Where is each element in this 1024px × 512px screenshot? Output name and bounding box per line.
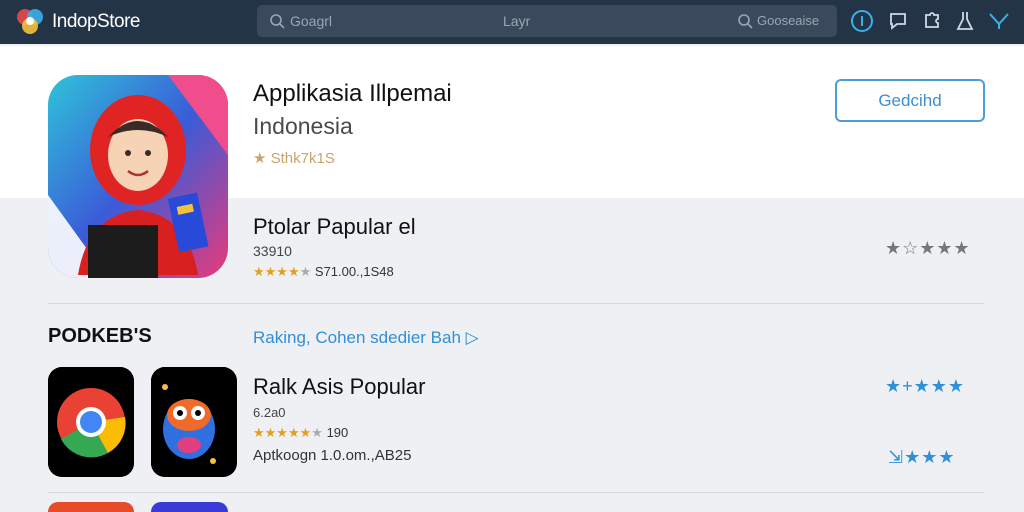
search-placeholder-left: Goagrl xyxy=(290,13,333,29)
chat-icon[interactable] xyxy=(887,9,911,33)
divider xyxy=(48,303,984,304)
popular-rating-text: S71.00.,1S48 xyxy=(314,264,394,279)
puzzle-icon[interactable] xyxy=(920,9,944,33)
popular-count: 33910 xyxy=(253,243,292,259)
row-meta: Aptkoogn 1.0.om.,AB25 xyxy=(253,447,412,464)
search-icon xyxy=(738,14,753,29)
row-size: 6.2a0 xyxy=(253,405,286,420)
chrome-icon xyxy=(48,367,134,477)
row-rating-count: 190 xyxy=(326,425,349,440)
section-link-text[interactable]: Raking, Cohen sdedier Bah xyxy=(253,328,461,347)
row-stars-top: ★+★★★ xyxy=(885,376,966,396)
stars-icon: ★★★★ xyxy=(253,264,300,279)
search-bar[interactable]: Goagrl Layr Gooseaise xyxy=(257,5,837,37)
stars-icon: ★★★★★ xyxy=(253,425,312,440)
app-icon-partial[interactable] xyxy=(151,502,228,512)
search-placeholder-right: Gooseaise xyxy=(757,13,820,28)
app-icon-hijab[interactable] xyxy=(48,75,228,278)
arrow-right-icon: ▷ xyxy=(465,328,479,347)
app-icon-partial[interactable] xyxy=(48,502,134,512)
app-subtitle: Indonesia xyxy=(253,113,353,139)
hijab-girl-icon xyxy=(48,75,228,278)
app-title: Applikasia Illpemai xyxy=(253,80,452,107)
section-title: PODKEB'S xyxy=(48,325,152,347)
search-placeholder-center: Layr xyxy=(503,13,531,29)
hero-rating-text: Sthk7k1S xyxy=(270,150,335,167)
filter-icon[interactable] xyxy=(987,9,1011,33)
row-rating: ★★★★★★ 190 xyxy=(253,425,349,440)
divider xyxy=(48,492,984,493)
star-icon: ★ xyxy=(253,150,271,167)
popular-stars: ★☆★★★ xyxy=(885,238,971,258)
info-icon[interactable] xyxy=(850,9,874,33)
monster-icon xyxy=(151,367,228,477)
get-button[interactable]: Gedcihd xyxy=(835,79,985,122)
top-bar: IndopStore Goagrl Layr Gooseaise xyxy=(0,0,1024,44)
search-icon xyxy=(270,14,285,29)
app-icon-monster[interactable] xyxy=(151,367,237,477)
app-icon-chrome[interactable] xyxy=(48,367,134,477)
logo-icon[interactable] xyxy=(14,6,46,38)
row-title: Ralk Asis Popular xyxy=(253,374,426,399)
popular-rating: ★★★★★ S71.00.,1S48 xyxy=(253,264,394,279)
flask-icon[interactable] xyxy=(953,9,977,33)
brand-name[interactable]: IndopStore xyxy=(52,11,140,33)
hero-rating: ★ Sthk7k1S xyxy=(253,149,335,167)
section-link[interactable]: Raking, Cohen sdedier Bah ▷ xyxy=(253,328,479,348)
popular-title: Ptolar Papular el xyxy=(253,214,416,239)
row-stars-bottom: ⇲★★★ xyxy=(888,447,956,467)
